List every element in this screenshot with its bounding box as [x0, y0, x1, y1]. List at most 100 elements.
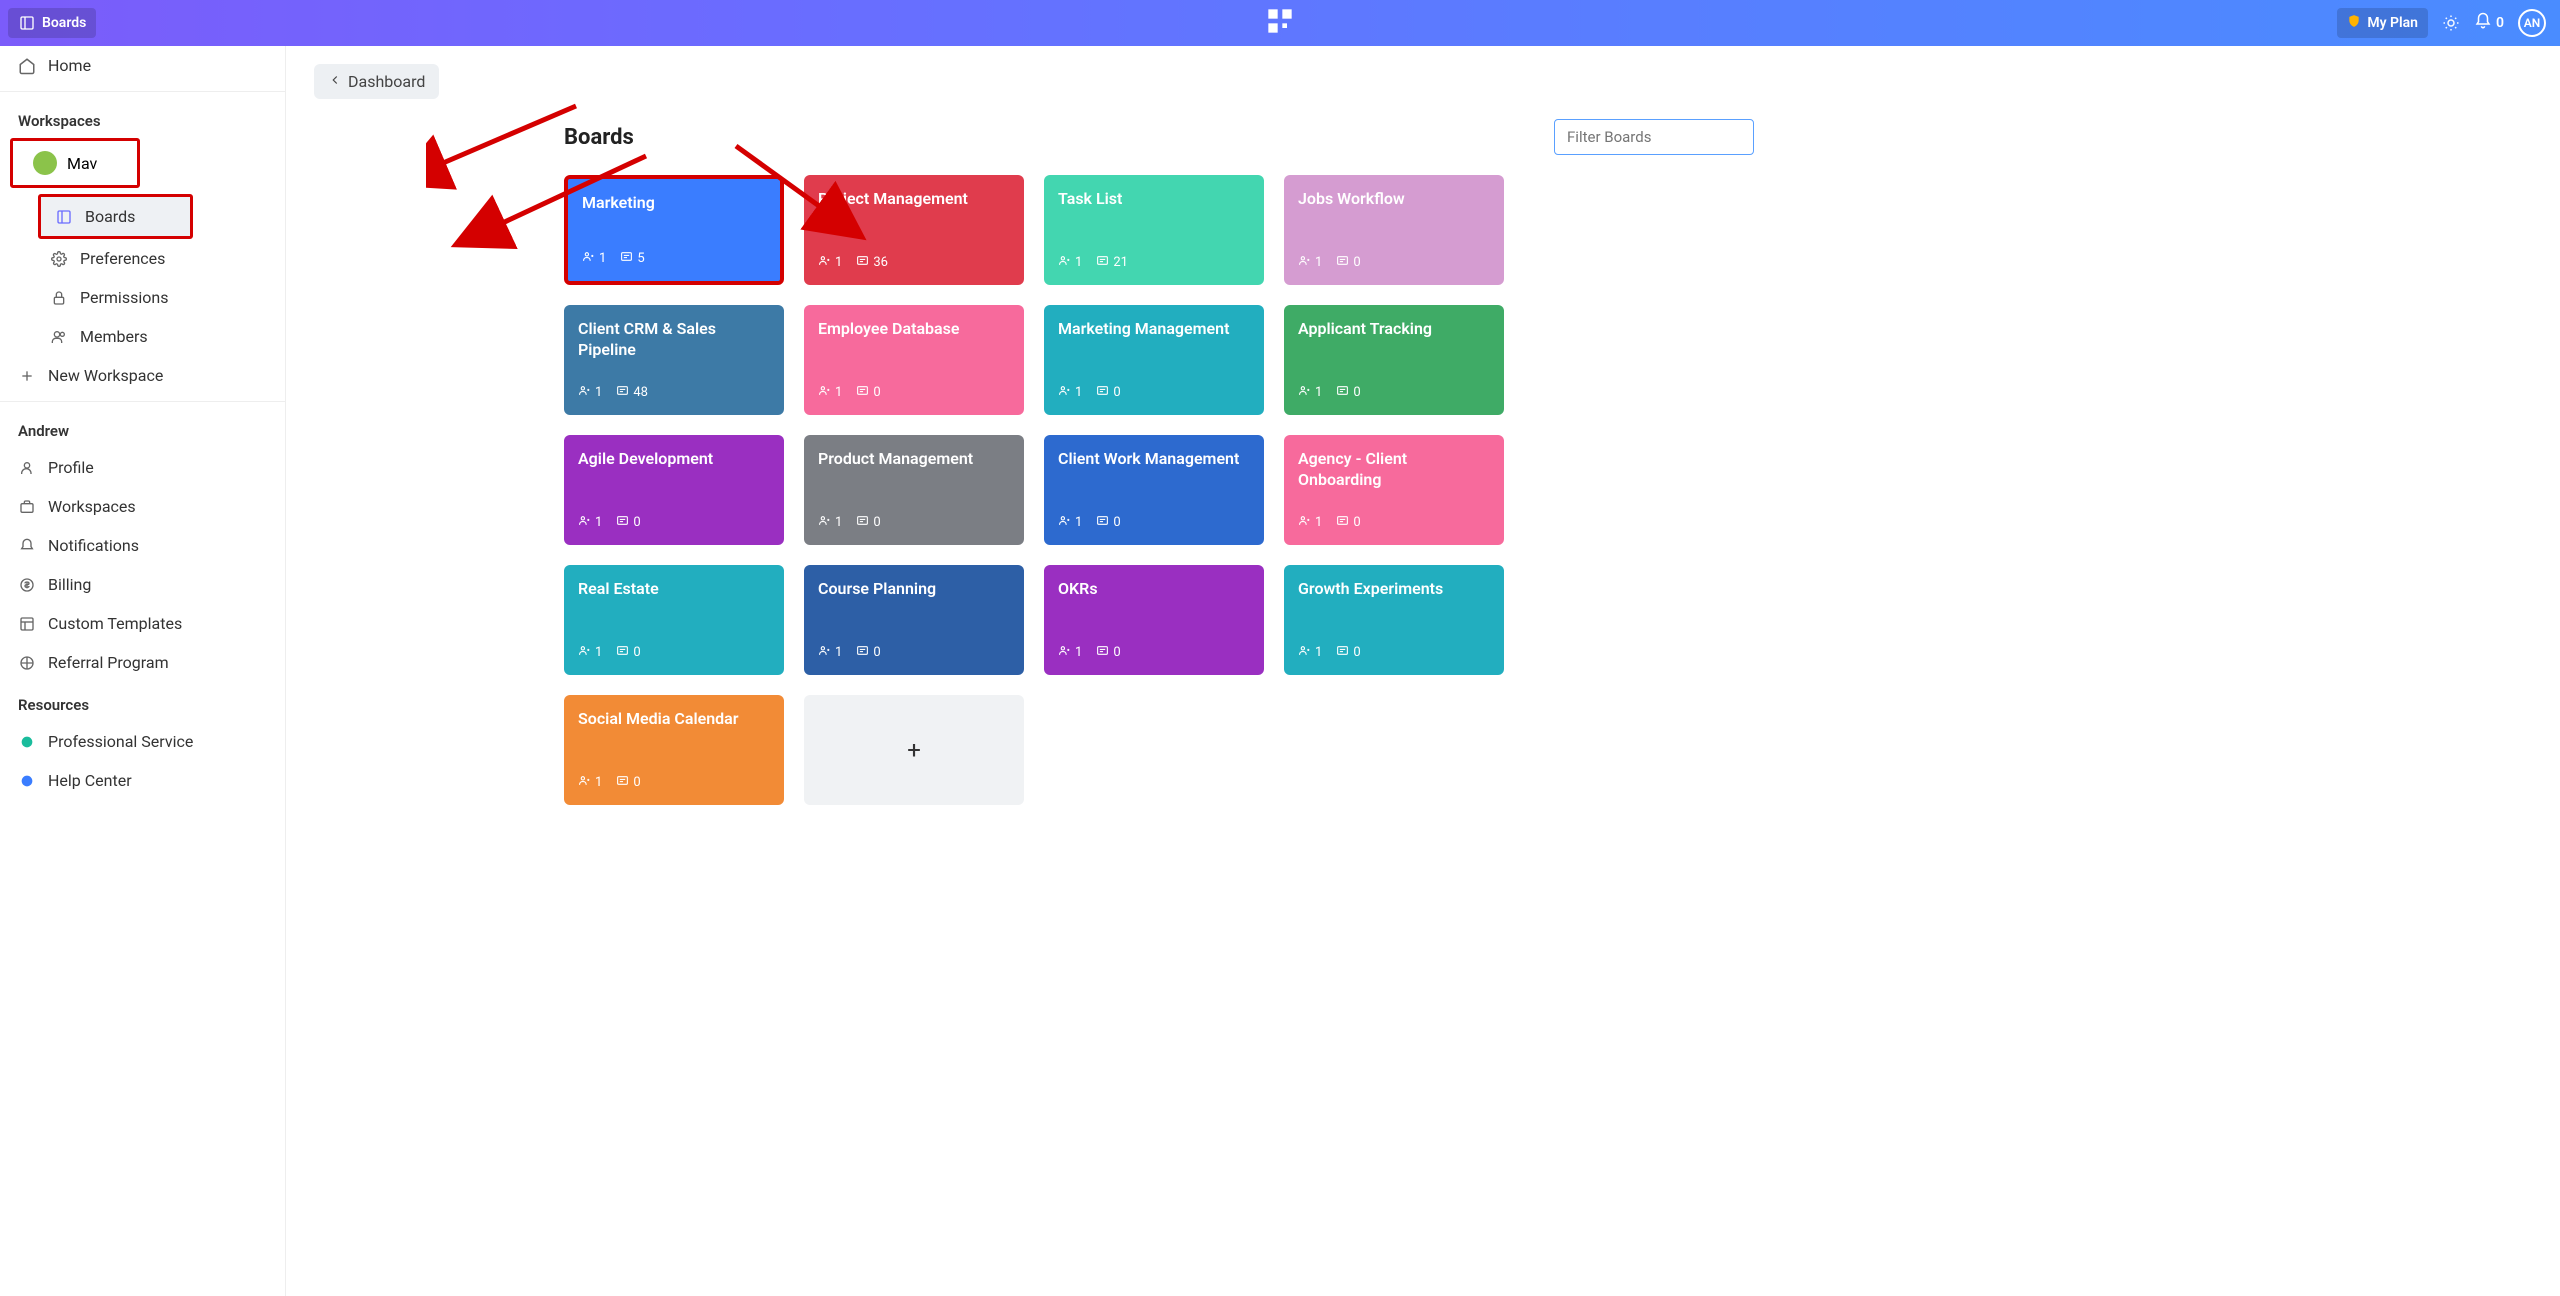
workspace-sub-permissions[interactable]: Permissions [0, 278, 285, 317]
board-grid: Marketing15Project Management136Task Lis… [564, 175, 1504, 805]
cards-icon [1096, 254, 1109, 271]
users-icon [1298, 644, 1311, 661]
users-icon [578, 774, 591, 791]
lock-icon [50, 289, 68, 307]
dashboard-label: Dashboard [348, 72, 425, 91]
avatar[interactable]: AN [2518, 9, 2546, 37]
cards-icon [856, 514, 869, 531]
board-card[interactable]: Marketing15 [564, 175, 784, 285]
sun-icon-button[interactable] [2442, 14, 2460, 32]
board-cards-count: 0 [1113, 515, 1120, 530]
board-card[interactable]: Real Estate 1 0 [564, 565, 784, 675]
add-board-card[interactable]: + [804, 695, 1024, 805]
sidebar-item-referral[interactable]: Referral Program [0, 643, 285, 682]
board-title: Marketing Management [1058, 319, 1250, 340]
board-cards-stat: 0 [1336, 644, 1360, 661]
board-cards-count: 5 [637, 251, 644, 266]
board-card[interactable]: Task List121 [1044, 175, 1264, 285]
board-cards-stat: 0 [856, 384, 880, 401]
workspace-item-mav[interactable]: Mav [10, 138, 140, 188]
board-members-count: 1 [1315, 515, 1322, 530]
board-card[interactable]: OKRs10 [1044, 565, 1264, 675]
users-icon [1058, 254, 1071, 271]
resources-section-label: Resources [0, 682, 285, 722]
board-title: OKRs [1058, 579, 1250, 600]
board-card[interactable]: Agile Development10 [564, 435, 784, 545]
sidebar-item-label: Referral Program [48, 653, 169, 672]
workspace-sub-members[interactable]: Members [0, 317, 285, 356]
workspace-name: Mav [67, 154, 97, 173]
my-plan-button[interactable]: My Plan [2337, 8, 2428, 38]
user-icon [18, 459, 36, 477]
users-icon [1298, 384, 1311, 401]
board-members-count: 1 [835, 385, 842, 400]
dashboard-breadcrumb[interactable]: Dashboard [314, 64, 439, 99]
board-members-count: 1 [1315, 385, 1322, 400]
logo[interactable] [1266, 7, 1294, 39]
cards-icon [616, 644, 629, 661]
sidebar: Home Workspaces Mav Boards Preferences [0, 46, 286, 1296]
cards-icon [856, 384, 869, 401]
dollar-icon [18, 576, 36, 594]
board-stats: 10 [1058, 514, 1250, 531]
users-icon [1298, 514, 1311, 531]
board-cards-count: 0 [1353, 255, 1360, 270]
board-card[interactable]: Client Work Management10 [1044, 435, 1264, 545]
board-card[interactable]: Jobs Workflow10 [1284, 175, 1504, 285]
board-card[interactable]: Project Management136 [804, 175, 1024, 285]
board-cards-count: 0 [873, 515, 880, 530]
sidebar-item-profile[interactable]: Profile [0, 448, 285, 487]
board-card[interactable]: Product Management10 [804, 435, 1024, 545]
board-members-stat: 1 [578, 384, 602, 401]
user-section-label: Andrew [0, 408, 285, 448]
shield-icon [2347, 14, 2361, 32]
board-card[interactable]: Applicant Tracking10 [1284, 305, 1504, 415]
board-members-count: 1 [595, 645, 602, 660]
template-icon [18, 615, 36, 633]
board-card[interactable]: Employee Database 10 [804, 305, 1024, 415]
board-cards-stat: 0 [616, 514, 640, 531]
help-icon [18, 772, 36, 790]
divider [0, 91, 285, 92]
sidebar-item-notifications[interactable]: Notifications [0, 526, 285, 565]
board-cards-stat: 0 [856, 514, 880, 531]
header-row: Boards [564, 119, 1754, 155]
sidebar-item-label: New Workspace [48, 366, 163, 385]
workspace-sub-label: Preferences [80, 249, 165, 268]
board-members-stat: 1 [1298, 644, 1322, 661]
board-card[interactable]: Marketing Management10 [1044, 305, 1264, 415]
sidebar-item-help[interactable]: Help Center [0, 761, 285, 800]
boards-button[interactable]: Boards [8, 8, 96, 38]
board-card[interactable]: Growth Experiments10 [1284, 565, 1504, 675]
board-members-stat: 1 [1298, 514, 1322, 531]
board-members-count: 1 [595, 775, 602, 790]
board-title: Real Estate [578, 579, 770, 600]
workspace-sub-preferences[interactable]: Preferences [0, 239, 285, 278]
board-members-stat: 1 [1058, 384, 1082, 401]
board-card[interactable]: Agency - Client Onboarding10 [1284, 435, 1504, 545]
workspace-sub-boards[interactable]: Boards [38, 194, 193, 239]
sidebar-item-new-workspace[interactable]: New Workspace [0, 356, 285, 395]
board-title: Employee Database [818, 319, 1010, 340]
board-members-stat: 1 [818, 514, 842, 531]
board-card[interactable]: Client CRM & Sales Pipeline148 [564, 305, 784, 415]
sidebar-item-home[interactable]: Home [0, 46, 285, 85]
board-card[interactable]: Course Planning10 [804, 565, 1024, 675]
board-cards-stat: 0 [1336, 514, 1360, 531]
sidebar-item-professional[interactable]: Professional Service [0, 722, 285, 761]
board-stats: 10 [1298, 384, 1490, 401]
board-stats: 10 [1298, 644, 1490, 661]
notifications-button[interactable]: 0 [2474, 12, 2504, 34]
board-card[interactable]: Social Media Calendar10 [564, 695, 784, 805]
sidebar-item-label: Billing [48, 575, 91, 594]
cards-icon [856, 644, 869, 661]
board-stats: 10 [578, 514, 770, 531]
board-cards-count: 0 [1353, 385, 1360, 400]
sidebar-item-billing[interactable]: Billing [0, 565, 285, 604]
sidebar-item-custom-templates[interactable]: Custom Templates [0, 604, 285, 643]
users-icon [1298, 254, 1311, 271]
sidebar-item-workspaces[interactable]: Workspaces [0, 487, 285, 526]
board-cards-count: 0 [633, 645, 640, 660]
page-title: Boards [564, 125, 634, 150]
filter-boards-input[interactable] [1554, 119, 1754, 155]
